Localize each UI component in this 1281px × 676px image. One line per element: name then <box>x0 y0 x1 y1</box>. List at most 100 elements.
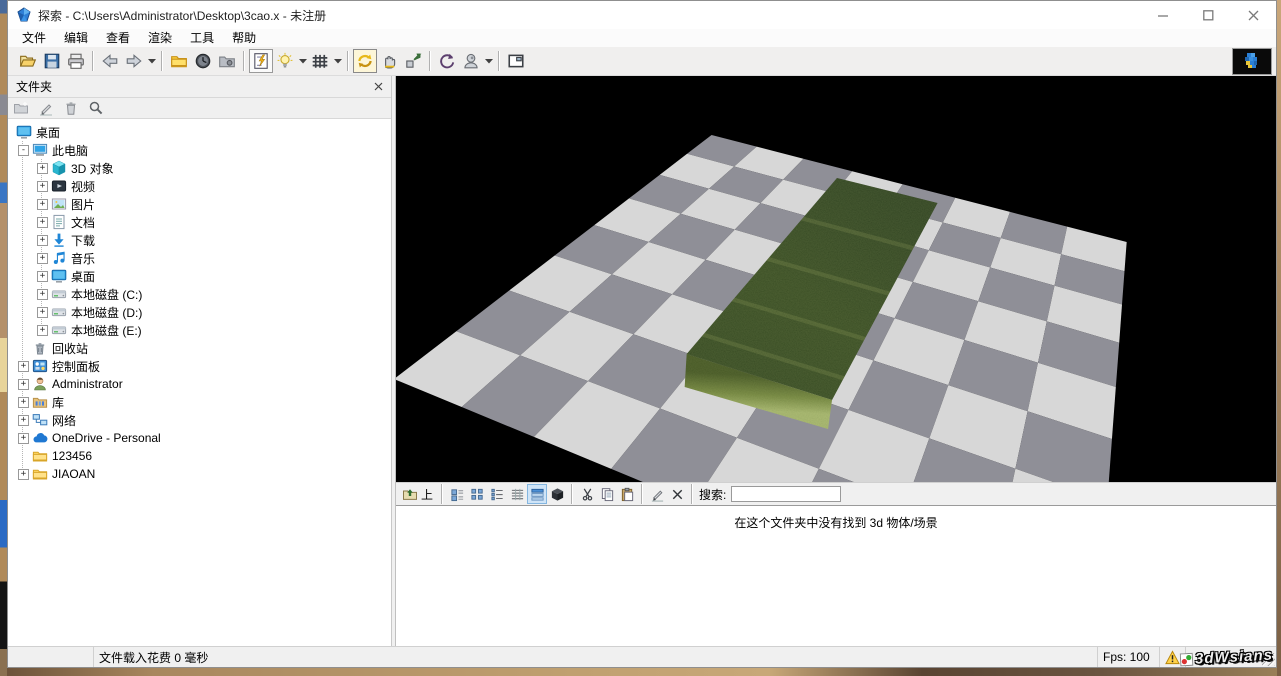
print-button[interactable] <box>64 49 88 73</box>
title-bar[interactable]: 探索 - C:\Users\Administrator\Desktop\3cao… <box>8 1 1276 29</box>
expand-icon[interactable]: + <box>37 235 48 246</box>
close-button[interactable] <box>1231 1 1276 29</box>
search-input[interactable] <box>731 486 841 502</box>
main-toolbar <box>8 47 1276 76</box>
new-folder-button[interactable] <box>12 99 30 117</box>
tree-item[interactable]: +音乐 <box>8 249 391 267</box>
view-tiles-button[interactable] <box>447 484 467 504</box>
expand-icon[interactable]: + <box>37 289 48 300</box>
tree-item[interactable]: +文档 <box>8 213 391 231</box>
tree-item[interactable]: +本地磁盘 (D:) <box>8 303 391 321</box>
expand-icon[interactable]: + <box>18 379 29 390</box>
library-icon <box>32 394 48 410</box>
tree-item-label: 桌面 <box>71 268 95 285</box>
scene-folder-button[interactable] <box>167 49 191 73</box>
objects-list-panel[interactable]: 在这个文件夹中没有找到 3d 物体/场景 <box>396 506 1276 646</box>
maximize-button[interactable] <box>1186 1 1231 29</box>
view-list-button[interactable] <box>487 484 507 504</box>
open-button[interactable] <box>16 49 40 73</box>
camera-dropdown-icon[interactable] <box>483 49 494 73</box>
menu-render[interactable]: 渲染 <box>139 29 181 47</box>
back-button[interactable] <box>98 49 122 73</box>
tree-item-label: 网络 <box>52 412 76 429</box>
rename-item-button[interactable] <box>647 484 667 504</box>
transform-button[interactable] <box>401 49 425 73</box>
tree-item[interactable]: -此电脑 <box>8 141 391 159</box>
copy-button[interactable] <box>597 484 617 504</box>
light-dropdown-icon[interactable] <box>297 49 308 73</box>
expand-icon[interactable]: + <box>37 217 48 228</box>
drive-icon <box>51 286 67 302</box>
view-thumbnails-button[interactable] <box>527 484 547 504</box>
up-folder-button[interactable] <box>400 484 420 504</box>
rotate-button[interactable] <box>353 49 377 73</box>
tree-item[interactable]: + 网络 <box>8 411 391 429</box>
expand-icon[interactable]: + <box>37 307 48 318</box>
save-button[interactable] <box>40 49 64 73</box>
snapshot-button[interactable] <box>215 49 239 73</box>
viewport-3d[interactable] <box>396 76 1276 482</box>
view-details-button[interactable] <box>507 484 527 504</box>
expand-icon[interactable]: + <box>18 433 29 444</box>
tree-item[interactable]: + JIAOAN <box>8 465 391 483</box>
tree-item[interactable]: +图片 <box>8 195 391 213</box>
menu-file[interactable]: 文件 <box>13 29 55 47</box>
tree-item[interactable]: 123456 <box>8 447 391 465</box>
expand-icon[interactable]: + <box>18 469 29 480</box>
view-icons-button[interactable] <box>467 484 487 504</box>
expand-icon[interactable]: + <box>37 199 48 210</box>
panel-close-icon[interactable] <box>371 80 385 94</box>
cube-view-button[interactable] <box>547 484 567 504</box>
menu-help[interactable]: 帮助 <box>223 29 265 47</box>
toolbar-separator <box>243 51 245 71</box>
expand-icon[interactable]: + <box>37 181 48 192</box>
pan-hand-button[interactable] <box>377 49 401 73</box>
viewport-window-button[interactable] <box>504 49 528 73</box>
tree-item[interactable]: +下载 <box>8 231 391 249</box>
doc-flash-button[interactable] <box>249 49 273 73</box>
expand-icon[interactable]: + <box>37 163 48 174</box>
paste-button[interactable] <box>617 484 637 504</box>
render-clock-button[interactable] <box>191 49 215 73</box>
up-button-label[interactable]: 上 <box>421 486 433 503</box>
expand-icon[interactable]: + <box>37 325 48 336</box>
refresh-button[interactable] <box>435 49 459 73</box>
menu-tools[interactable]: 工具 <box>181 29 223 47</box>
forward-button[interactable] <box>122 49 146 73</box>
camera-head-button[interactable] <box>459 49 483 73</box>
delete-item-button[interactable] <box>667 484 687 504</box>
expand-icon[interactable]: + <box>18 361 29 372</box>
tree-item[interactable]: +库 <box>8 393 391 411</box>
grid-dropdown-icon[interactable] <box>332 49 343 73</box>
minimize-button[interactable] <box>1141 1 1186 29</box>
tree-item[interactable]: +控制面板 <box>8 357 391 375</box>
collapse-icon[interactable]: - <box>18 145 29 156</box>
menu-edit[interactable]: 编辑 <box>55 29 97 47</box>
toolbar-separator <box>691 484 693 504</box>
tree-item-label: 回收站 <box>52 340 88 357</box>
tree-item[interactable]: +3D 对象 <box>8 159 391 177</box>
tree-item[interactable]: +Administrator <box>8 375 391 393</box>
tree-item[interactable]: +本地磁盘 (C:) <box>8 285 391 303</box>
expand-icon[interactable]: + <box>18 415 29 426</box>
menu-view[interactable]: 查看 <box>97 29 139 47</box>
tree-item[interactable]: +OneDrive - Personal <box>8 429 391 447</box>
tree-item[interactable]: + 桌面 <box>8 267 391 285</box>
tree-item[interactable]: 桌面 <box>8 123 391 141</box>
cut-button[interactable] <box>577 484 597 504</box>
tree-item[interactable]: 回收站 <box>8 339 391 357</box>
expand-icon[interactable]: + <box>18 397 29 408</box>
desktop-edge-left <box>0 0 7 676</box>
tree-item[interactable]: +视频 <box>8 177 391 195</box>
light-button[interactable] <box>273 49 297 73</box>
search-button[interactable] <box>87 99 105 117</box>
expand-icon[interactable]: + <box>37 271 48 282</box>
tree-item-label: JIAOAN <box>52 467 95 481</box>
expand-icon[interactable]: + <box>37 253 48 264</box>
rename-button[interactable] <box>37 99 55 117</box>
forward-dropdown-icon[interactable] <box>146 49 157 73</box>
grid-button[interactable] <box>308 49 332 73</box>
tree-item[interactable]: +本地磁盘 (E:) <box>8 321 391 339</box>
delete-button[interactable] <box>62 99 80 117</box>
drive-icon <box>51 304 67 320</box>
